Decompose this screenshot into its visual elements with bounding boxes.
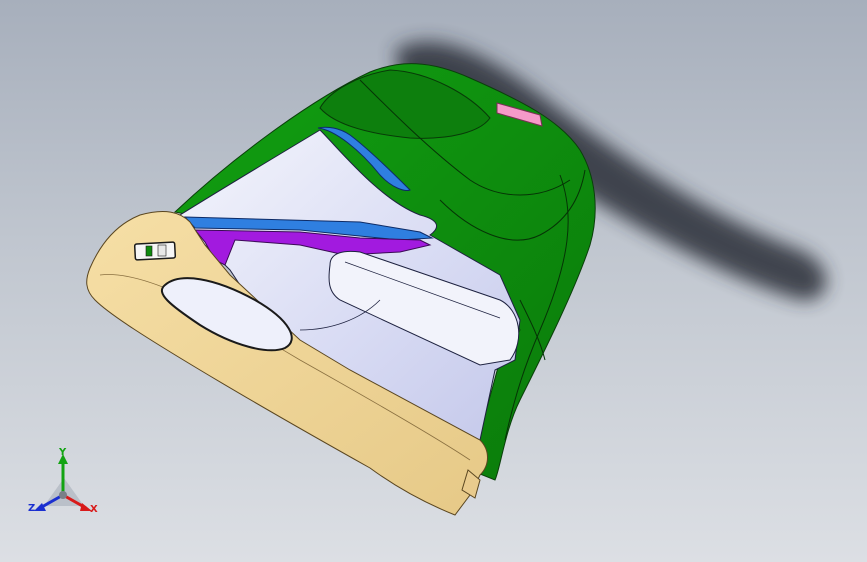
x-axis-label: X bbox=[90, 504, 98, 515]
part-model[interactable] bbox=[0, 0, 867, 562]
z-axis-label: Z bbox=[28, 503, 36, 514]
y-axis-label: Y bbox=[59, 447, 67, 458]
connector-pin-2 bbox=[157, 244, 167, 257]
coordinate-triad: Y Z X bbox=[24, 448, 104, 524]
graphics-viewport[interactable]: Y Z X bbox=[0, 0, 867, 562]
connector-slot[interactable] bbox=[133, 241, 177, 261]
triad-origin bbox=[59, 491, 67, 499]
connector-pin-1 bbox=[145, 245, 153, 257]
